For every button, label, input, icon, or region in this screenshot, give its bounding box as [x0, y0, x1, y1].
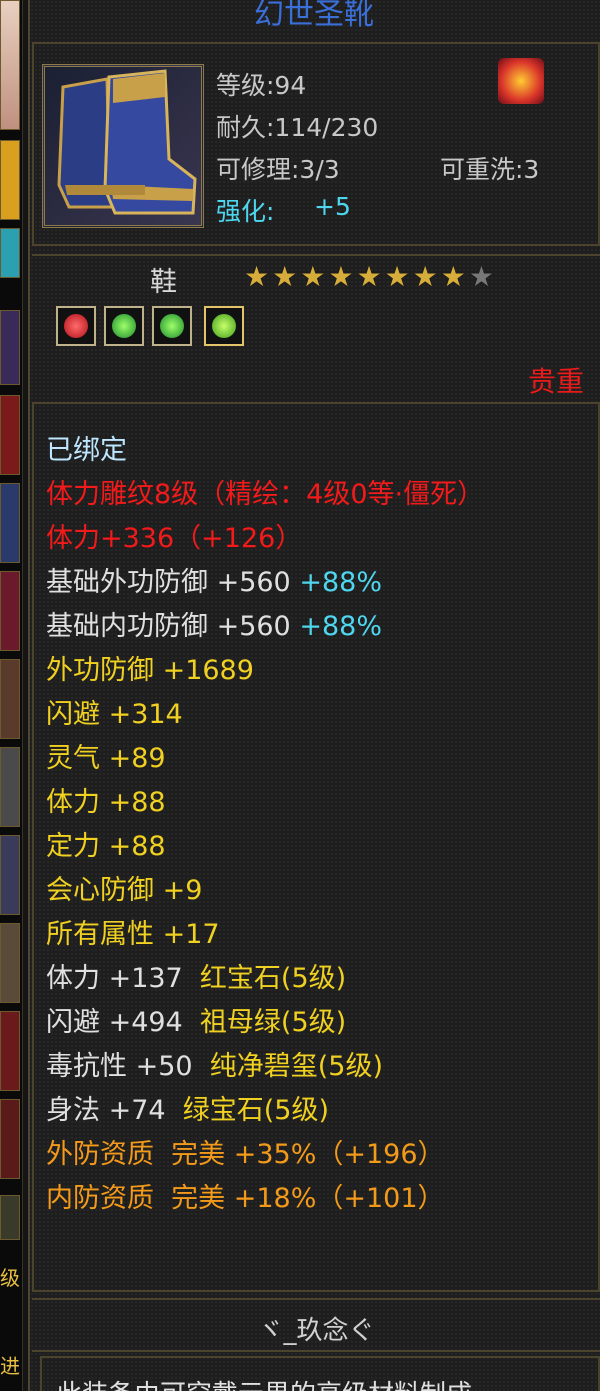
item-type: 鞋	[150, 267, 177, 298]
side-slot[interactable]	[0, 1195, 20, 1240]
item-rewash: 可重洗:3	[440, 155, 540, 184]
base-inner-def-pct: +88%	[299, 611, 382, 642]
gem-slot-green-icon	[204, 306, 244, 346]
stamina-total: 体力+336（+126）	[46, 523, 303, 554]
gem-slot-red-icon	[56, 306, 96, 346]
gem2-stat: 闪避 +494	[46, 1007, 183, 1038]
star-filled-icon: ★	[412, 260, 438, 293]
inner-def-quality: 内防资质 完美 +18%（+101）	[46, 1183, 445, 1214]
side-slot[interactable]	[0, 747, 20, 827]
gem2-name: 祖母绿(5级)	[199, 1007, 347, 1038]
gem-slot-green-icon	[104, 306, 144, 346]
dodge: 闪避 +314	[46, 699, 183, 730]
outer-def: 外功防御 +1689	[46, 655, 254, 686]
side-slot[interactable]	[0, 1099, 20, 1179]
gem1-name: 红宝石(5级)	[199, 963, 347, 994]
side-slot[interactable]	[0, 923, 20, 1003]
side-slot[interactable]	[0, 835, 20, 915]
base-inner-def-value: 基础内功防御 +560	[46, 611, 291, 642]
star-rating: ★ ★ ★ ★ ★ ★ ★ ★ ★	[244, 262, 494, 292]
item-name: 幻世圣靴	[254, 0, 374, 32]
boots-icon	[57, 69, 197, 215]
side-slot[interactable]	[0, 571, 20, 651]
side-slot[interactable]	[0, 310, 20, 385]
rarity-label: 贵重	[528, 365, 585, 398]
side-slot[interactable]	[0, 395, 20, 475]
description-panel: 此装备由可穿戴元界的高级材料制成	[40, 1356, 600, 1391]
gem-attr-3: 毒抗性 +50 纯净碧玺(5级)	[46, 1052, 383, 1082]
fire-badge-icon	[498, 58, 544, 104]
enhance-label: 强化:	[216, 197, 275, 226]
item-durability: 耐久:114/230	[216, 113, 379, 142]
star-filled-icon: ★	[356, 260, 382, 293]
star-filled-icon: ★	[272, 260, 298, 293]
star-empty-icon: ★	[468, 260, 494, 293]
outer-def-quality: 外防资质 完美 +35%（+196）	[46, 1139, 445, 1170]
focus: 定力 +88	[46, 831, 166, 862]
enhance-value: +5	[314, 192, 351, 221]
side-label: 级	[0, 1266, 20, 1290]
star-filled-icon: ★	[244, 260, 270, 293]
gem-attr-1: 体力 +137 红宝石(5级)	[46, 964, 346, 994]
star-filled-icon: ★	[300, 260, 326, 293]
base-outer-def: 基础外功防御 +560 +88%	[46, 568, 382, 598]
star-filled-icon: ★	[328, 260, 354, 293]
bound-status: 已绑定	[46, 435, 127, 466]
left-panel-strip: 级 进	[0, 0, 23, 1391]
gem-slot-green-icon	[152, 306, 192, 346]
side-slot[interactable]	[0, 140, 20, 220]
gem-attr-4: 身法 +74 绿宝石(5级)	[46, 1096, 329, 1126]
base-outer-def-pct: +88%	[299, 567, 382, 598]
item-description: 此装备由可穿戴元界的高级材料制成	[56, 1374, 472, 1391]
gem4-name: 绿宝石(5级)	[182, 1095, 329, 1126]
maker-name: ヾ_玖念ぐ	[257, 1316, 375, 1346]
item-icon	[42, 64, 204, 228]
gem-attr-2: 闪避 +494 祖母绿(5级)	[46, 1008, 346, 1038]
base-inner-def: 基础内功防御 +560 +88%	[46, 612, 382, 642]
all-attributes: 所有属性 +17	[46, 919, 220, 950]
side-slot[interactable]	[0, 483, 20, 563]
spirit: 灵气 +89	[46, 743, 166, 774]
item-level: 等级:94	[216, 71, 307, 100]
side-slot[interactable]	[0, 1011, 20, 1091]
side-slot[interactable]	[0, 0, 20, 130]
item-repairable: 可修理:3/3	[216, 155, 340, 184]
carve-attribute: 体力雕纹8级（精绘：4级0等·僵死）	[46, 479, 485, 510]
side-slot[interactable]	[0, 228, 20, 278]
side-label: 进	[0, 1354, 20, 1378]
star-filled-icon: ★	[384, 260, 410, 293]
gem3-name: 纯净碧玺(5级)	[209, 1051, 383, 1082]
gem1-stat: 体力 +137	[46, 963, 183, 994]
crit-def: 会心防御 +9	[46, 875, 203, 906]
gem4-stat: 身法 +74	[46, 1095, 166, 1126]
base-outer-def-value: 基础外功防御 +560	[46, 567, 291, 598]
side-slot[interactable]	[0, 659, 20, 739]
gem3-stat: 毒抗性 +50	[46, 1051, 193, 1082]
star-filled-icon: ★	[440, 260, 466, 293]
stamina: 体力 +88	[46, 787, 166, 818]
